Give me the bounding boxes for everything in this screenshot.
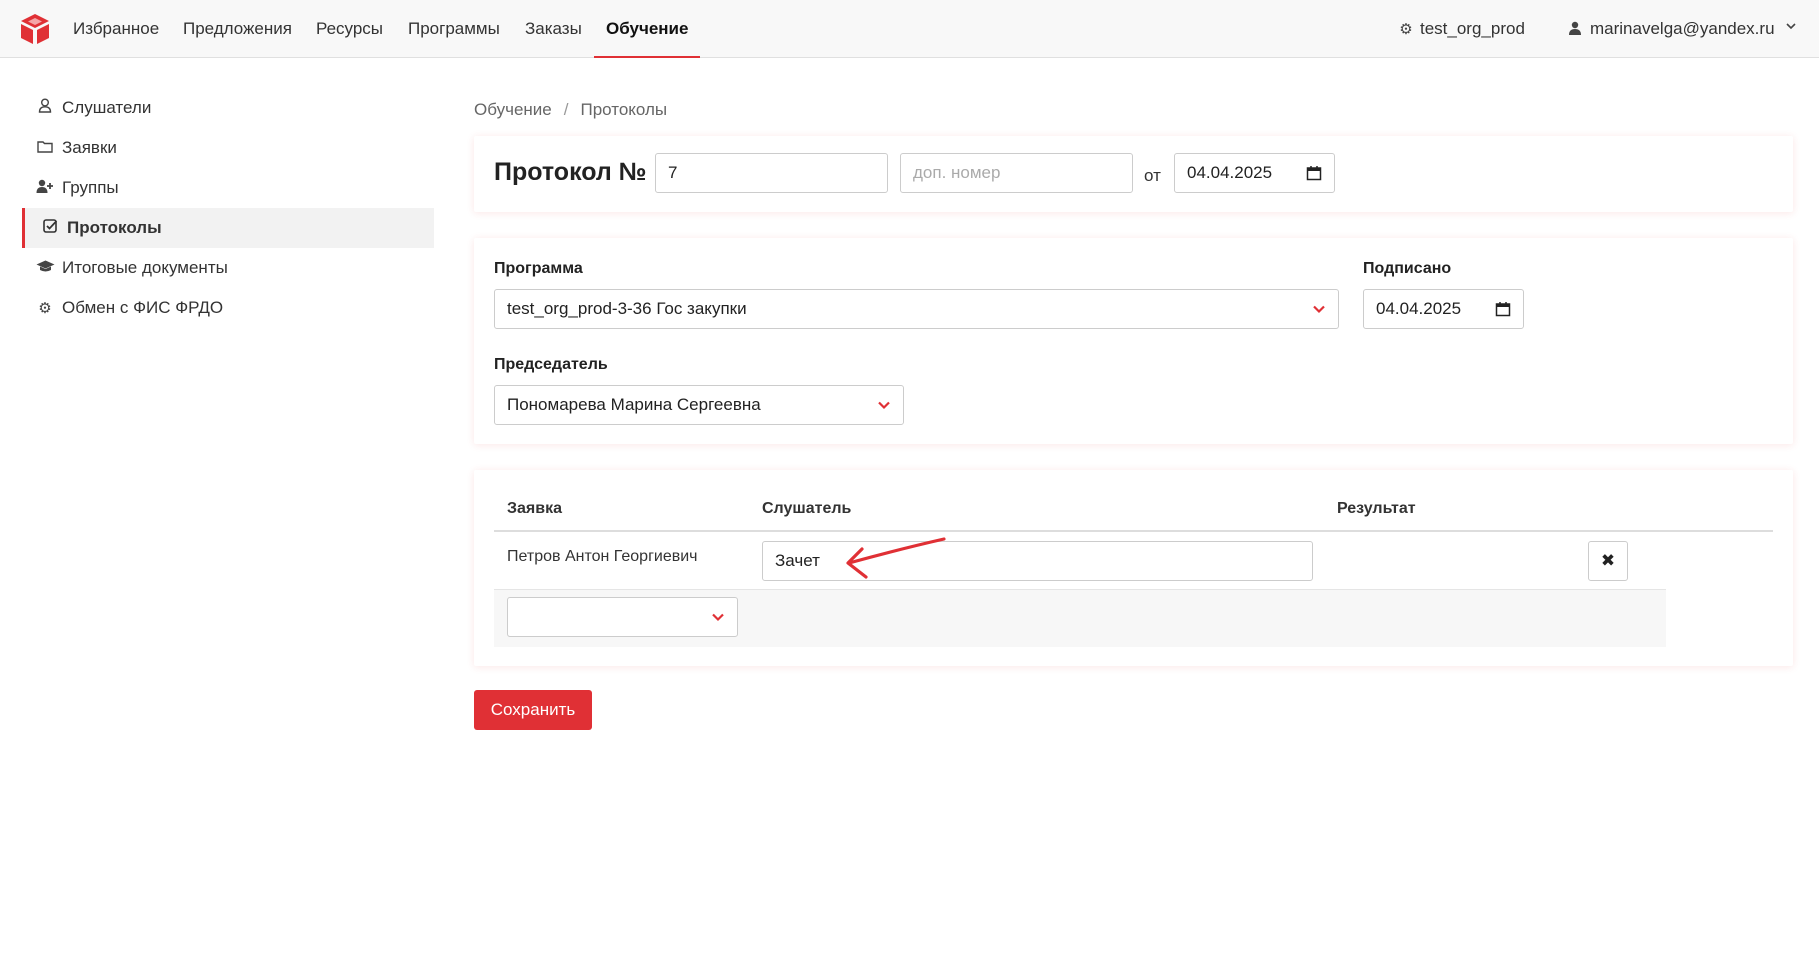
program-value: test_org_prod-3-36 Гос закупки (507, 299, 747, 318)
sidebar-item-final-documents[interactable]: Итоговые документы (22, 248, 434, 288)
program-select[interactable]: test_org_prod-3-36 Гос закупки (494, 289, 1339, 329)
breadcrumb-training[interactable]: Обучение (474, 100, 552, 119)
protocol-number-input[interactable]: 7 (655, 153, 888, 193)
annotation-arrow-icon (846, 537, 946, 579)
folder-icon (36, 129, 54, 169)
table-row-name: Петров Антон Георгиевич (507, 548, 698, 565)
breadcrumb: Обучение / Протоколы (474, 100, 667, 120)
gear-icon: ⚙ (38, 300, 52, 317)
protocol-header-card: Протокол № 7 доп. номер от 04.04.2025 (474, 136, 1793, 212)
from-label: от (1144, 166, 1161, 185)
nav-training[interactable]: Обучение (594, 0, 701, 58)
sidebar-item-protocols[interactable]: Протоколы (22, 208, 434, 248)
chevron-down-icon (712, 613, 724, 622)
protocol-date-value: 04.04.2025 (1187, 163, 1273, 182)
chairman-label: Председатель (494, 356, 608, 373)
user-plus-icon (36, 169, 54, 209)
nav-programs[interactable]: Программы (408, 0, 500, 58)
page-title: Протокол № (494, 158, 647, 186)
sidebar-item-label: Обмен с ФИС ФРДО (62, 298, 224, 317)
user-icon (36, 89, 54, 129)
table-header-divider (494, 530, 1773, 532)
signed-date-value: 04.04.2025 (1376, 299, 1462, 318)
graduation-cap-icon (36, 249, 55, 289)
sidebar-item-label: Заявки (62, 138, 117, 157)
chairman-value: Пономарева Марина Сергеевна (507, 395, 761, 414)
save-button[interactable]: Сохранить (474, 690, 592, 730)
gear-icon: ⚙ (1399, 21, 1413, 38)
logo-icon[interactable] (18, 12, 52, 46)
sidebar-item-label: Группы (62, 178, 119, 197)
sidebar-item-label: Слушатели (62, 98, 152, 117)
column-header-application: Заявка (507, 500, 562, 517)
check-square-icon (41, 209, 59, 249)
protocol-date-input[interactable]: 04.04.2025 (1174, 153, 1335, 193)
calendar-icon[interactable] (1495, 301, 1511, 317)
column-header-result: Результат (1337, 500, 1416, 517)
sidebar-item-label: Итоговые документы (62, 258, 228, 277)
org-switcher[interactable]: ⚙ test_org_prod (1398, 0, 1525, 58)
user-email: marinavelga@yandex.ru (1590, 19, 1775, 38)
org-name: test_org_prod (1420, 19, 1525, 38)
breadcrumb-protocols: Протоколы (580, 100, 668, 119)
chevron-down-icon (1786, 23, 1796, 30)
protocol-details-card: Программа test_org_prod-3-36 Гос закупки… (474, 238, 1793, 444)
breadcrumb-separator: / (563, 100, 569, 119)
chairman-select[interactable]: Пономарева Марина Сергеевна (494, 385, 904, 425)
user-icon (1569, 21, 1581, 35)
nav-orders[interactable]: Заказы (525, 0, 582, 58)
signed-label: Подписано (1363, 260, 1452, 277)
calendar-icon[interactable] (1306, 165, 1322, 181)
sidebar-item-applications[interactable]: Заявки (22, 128, 434, 168)
nav-resources[interactable]: Ресурсы (316, 0, 383, 58)
sidebar-item-listeners[interactable]: Слушатели (22, 88, 434, 128)
program-label: Программа (494, 260, 583, 277)
top-navbar: Избранное Предложения Ресурсы Программы … (0, 0, 1819, 58)
chevron-down-icon (1313, 305, 1325, 314)
sidebar-item-groups[interactable]: Группы (22, 168, 434, 208)
chevron-down-icon (878, 401, 890, 410)
sidebar-item-fis-frdo-exchange[interactable]: ⚙ Обмен с ФИС ФРДО (22, 288, 434, 328)
delete-row-button[interactable]: ✖ (1588, 541, 1628, 581)
sidebar-item-label: Протоколы (67, 218, 162, 237)
signed-date-input[interactable]: 04.04.2025 (1363, 289, 1524, 329)
extra-number-input[interactable]: доп. номер (900, 153, 1133, 193)
results-table-card: Заявка Слушатель Результат Петров Антон … (474, 470, 1793, 666)
nav-offers[interactable]: Предложения (183, 0, 292, 58)
user-menu[interactable]: marinavelga@yandex.ru (1568, 0, 1797, 58)
close-icon: ✖ (1600, 551, 1616, 570)
add-application-select[interactable] (507, 597, 738, 637)
column-header-listener: Слушатель (762, 500, 852, 517)
nav-favorites[interactable]: Избранное (73, 0, 159, 58)
